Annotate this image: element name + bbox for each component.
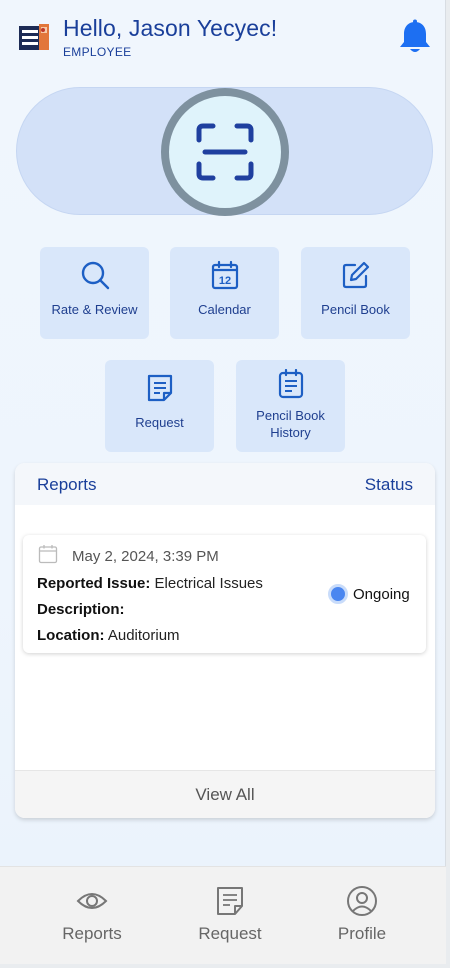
scan-button[interactable] — [161, 88, 289, 216]
nav-request-label: Request — [198, 924, 262, 943]
nav-request[interactable]: Request — [180, 885, 280, 949]
search-icon — [81, 261, 109, 290]
calendar-label: Calendar — [198, 302, 251, 317]
report-list-item[interactable]: May 2, 2024, 3:39 PM Reported Issue: Ele… — [23, 535, 426, 653]
calendar-icon: 12 — [211, 260, 238, 290]
reports-title: Reports — [37, 475, 97, 494]
nav-profile-label: Profile — [337, 924, 387, 943]
report-location-value: Auditorium — [107, 627, 180, 644]
report-description-row: Description: — [37, 601, 125, 618]
view-all-button[interactable]: View All — [15, 770, 435, 818]
pencil-book-button[interactable]: Pencil Book — [301, 247, 410, 339]
report-date: May 2, 2024, 3:39 PM — [72, 548, 219, 565]
report-issue-value: Electrical Issues — [154, 575, 263, 592]
document-icon — [147, 374, 172, 402]
reports-header: Reports Status — [15, 463, 435, 505]
scan-icon — [196, 123, 254, 181]
reports-card: Reports Status May 2, 2024, 3:39 PM Repo… — [15, 463, 435, 818]
user-circle-icon — [347, 886, 377, 916]
edit-icon — [342, 261, 369, 289]
pencil-book-label: Pencil Book — [321, 302, 390, 317]
status-badge: Ongoing — [353, 586, 410, 603]
status-indicator-icon — [328, 584, 348, 604]
pencil-book-history-label: Pencil Book History — [256, 408, 325, 440]
user-role: EMPLOYEE — [63, 45, 132, 59]
report-location-row: Location: Auditorium — [37, 627, 180, 644]
document-icon — [217, 887, 243, 915]
rate-review-label: Rate & Review — [51, 302, 138, 317]
nav-reports[interactable]: Reports — [42, 885, 142, 949]
greeting-title: Hello, Jason Yecyec! — [63, 15, 278, 41]
app-screen: Hello, Jason Yecyec! EMPLOYEE Rate & Rev… — [0, 0, 446, 964]
nav-reports-label: Reports — [62, 924, 122, 943]
calendar-small-icon — [38, 545, 58, 564]
pencil-book-history-button[interactable]: Pencil Book History — [236, 360, 345, 452]
clipboard-icon — [278, 369, 303, 399]
request-button[interactable]: Request — [105, 360, 214, 452]
nav-profile[interactable]: Profile — [312, 885, 412, 949]
report-issue-row: Reported Issue: Electrical Issues — [37, 575, 263, 592]
report-description-label: Description: — [37, 601, 125, 618]
eye-icon — [76, 893, 108, 909]
request-label: Request — [135, 415, 184, 430]
calendar-button[interactable]: 12 Calendar — [170, 247, 279, 339]
report-issue-label: Reported Issue: — [37, 575, 151, 592]
rate-review-button[interactable]: Rate & Review — [40, 247, 149, 339]
calendar-icon-day: 12 — [218, 275, 230, 287]
bottom-navigation: Reports Request Profile — [0, 866, 446, 964]
building-logo-icon — [19, 24, 49, 50]
bell-icon[interactable] — [397, 18, 433, 56]
status-header: Status — [364, 475, 413, 494]
report-location-label: Location: — [37, 627, 105, 644]
